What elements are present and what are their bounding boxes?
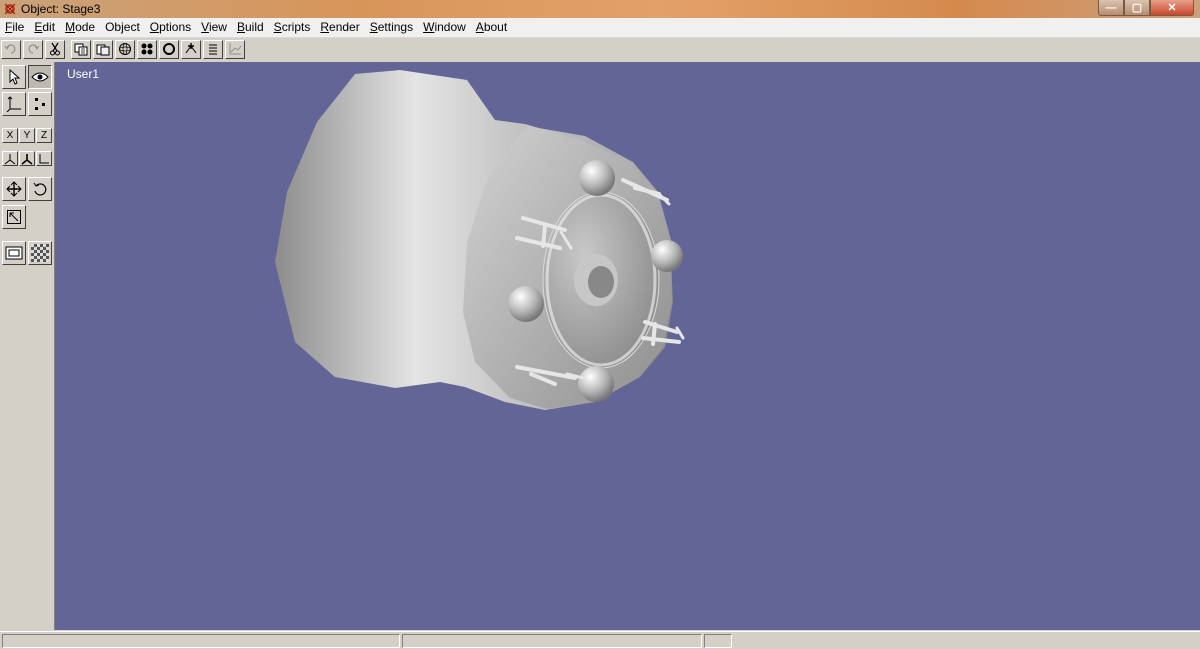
- menu-about[interactable]: About: [471, 18, 512, 37]
- axis-view-3-button[interactable]: [36, 151, 52, 166]
- rotate-icon: [33, 182, 47, 196]
- axis-view-2-button[interactable]: [19, 151, 35, 166]
- scale-icon: [7, 210, 21, 224]
- status-bar: [0, 631, 1200, 649]
- checker-texture-icon: [31, 244, 49, 262]
- sphere-button[interactable]: [115, 39, 135, 59]
- copy-button[interactable]: [71, 39, 91, 59]
- scale-tool-button[interactable]: [2, 205, 26, 229]
- vertices-icon: [141, 43, 153, 55]
- move-arrows-icon: [6, 181, 22, 197]
- menu-scripts[interactable]: Scripts: [269, 18, 316, 37]
- undo-icon: [4, 44, 16, 54]
- menu-settings[interactable]: Settings: [365, 18, 418, 37]
- axis-triad-icon: [4, 153, 16, 164]
- redo-icon: [28, 44, 40, 54]
- axis-corner-icon: [39, 153, 49, 163]
- view-tool-button[interactable]: [28, 65, 52, 89]
- status-panel-1: [2, 634, 400, 648]
- cut-icon: [50, 42, 60, 56]
- y-axis-button[interactable]: Y: [19, 128, 35, 143]
- tank-sphere-2: [651, 240, 683, 272]
- points-icon: [35, 98, 45, 110]
- graph-button[interactable]: [225, 39, 245, 59]
- close-button[interactable]: ✕: [1150, 0, 1194, 16]
- vertices-button[interactable]: [137, 39, 157, 59]
- app-logo-icon: [4, 3, 16, 15]
- tank-sphere-1: [579, 160, 615, 196]
- toolbar: [0, 38, 1200, 60]
- list-icon: [209, 44, 217, 55]
- menu-object[interactable]: Object: [100, 18, 145, 37]
- menu-mode[interactable]: Mode: [60, 18, 100, 37]
- paste-icon: [96, 44, 110, 55]
- copy-icon: [74, 43, 88, 55]
- redo-button[interactable]: [23, 39, 43, 59]
- menu-options[interactable]: Options: [145, 18, 196, 37]
- list-button[interactable]: [203, 39, 223, 59]
- maximize-button[interactable]: ▢: [1124, 0, 1150, 16]
- menu-view[interactable]: View: [196, 18, 232, 37]
- menu-file[interactable]: File: [0, 18, 29, 37]
- status-panel-3: [704, 634, 732, 648]
- graph-icon: [229, 43, 242, 55]
- sphere-icon: [119, 43, 131, 55]
- 3d-viewport[interactable]: User1: [55, 62, 1200, 630]
- tool-palette: X Y Z: [0, 62, 55, 630]
- menu-build[interactable]: Build: [232, 18, 269, 37]
- central-nozzle-throat: [588, 266, 614, 298]
- stage3-model: [275, 70, 685, 410]
- add-point-icon: [185, 43, 197, 54]
- paste-button[interactable]: [93, 39, 113, 59]
- eye-icon: [31, 72, 49, 82]
- circle-button[interactable]: [159, 39, 179, 59]
- window-title: Object: Stage3: [21, 2, 101, 16]
- move-tool-button[interactable]: [2, 177, 26, 201]
- texture-button[interactable]: [28, 241, 52, 265]
- axis-view-1-button[interactable]: [2, 151, 18, 166]
- x-axis-button[interactable]: X: [2, 128, 18, 143]
- select-tool-button[interactable]: [2, 65, 26, 89]
- menu-window[interactable]: Window: [418, 18, 471, 37]
- status-panel-2: [402, 634, 702, 648]
- axis-triad-bold-icon: [21, 153, 33, 165]
- tank-sphere-4: [578, 366, 614, 402]
- menu-render[interactable]: Render: [315, 18, 364, 37]
- z-axis-button[interactable]: Z: [36, 128, 52, 143]
- menu-edit[interactable]: Edit: [29, 18, 60, 37]
- rotate-tool-button[interactable]: [28, 177, 52, 201]
- arrow-pointer-icon: [9, 69, 21, 85]
- cut-button[interactable]: [45, 39, 65, 59]
- render-frame-button[interactable]: [2, 241, 26, 265]
- title-bar: Object: Stage3 — ▢ ✕: [0, 0, 1200, 18]
- render-frame-icon: [5, 246, 23, 260]
- axis-tool-button[interactable]: [2, 92, 26, 116]
- axis-icon: [6, 96, 21, 112]
- points-tool-button[interactable]: [28, 92, 52, 116]
- circle-icon: [163, 43, 175, 55]
- undo-button[interactable]: [1, 39, 21, 59]
- menu-bar: File Edit Mode Object Options View Build Script…: [0, 18, 1200, 38]
- add-point-button[interactable]: [181, 39, 201, 59]
- minimize-button[interactable]: —: [1098, 0, 1124, 16]
- tank-sphere-3: [508, 286, 544, 322]
